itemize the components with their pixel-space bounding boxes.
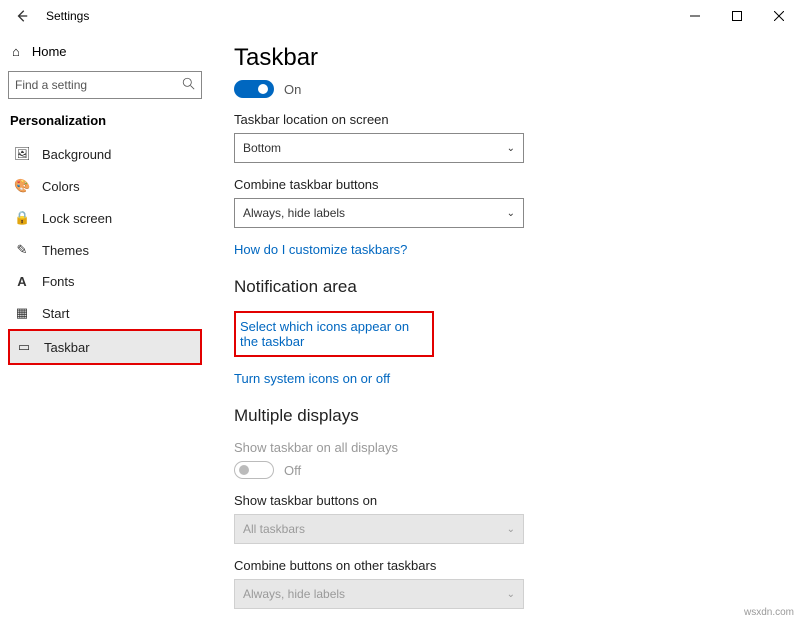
toggle-switch[interactable] [234,80,274,98]
window-title: Settings [46,9,89,23]
section-heading: Personalization [10,113,202,128]
palette-icon: 🎨 [14,178,30,194]
themes-icon: ✎ [14,242,30,258]
search-icon [182,77,195,93]
customize-link[interactable]: How do I customize taskbars? [234,242,772,257]
home-icon: ⌂ [12,44,20,59]
field-label-combine-other: Combine buttons on other taskbars [234,558,772,573]
close-icon [774,11,784,21]
chevron-down-icon: ⌄ [507,143,515,154]
sidebar-item-label: Taskbar [44,340,90,355]
home-label: Home [32,44,67,59]
titlebar: Settings [0,0,800,32]
maximize-icon [732,11,742,21]
back-button[interactable] [8,2,36,30]
maximize-button[interactable] [716,0,758,32]
picture-icon: 🖼 [14,146,30,162]
combine-buttons-select[interactable]: Always, hide labels ⌄ [234,198,524,228]
sidebar-item-lockscreen[interactable]: 🔒 Lock screen [8,202,202,234]
page-title: Taskbar [234,44,772,72]
chevron-down-icon: ⌄ [507,208,515,219]
chevron-down-icon: ⌄ [507,589,515,600]
taskbar-location-select[interactable]: Bottom ⌄ [234,133,524,163]
sidebar-item-label: Start [42,306,69,321]
fonts-icon: A [14,274,30,289]
show-buttons-select[interactable]: All taskbars ⌄ [234,514,524,544]
select-icons-link[interactable]: Select which icons appear on the taskbar [240,319,422,349]
heading-notification-area: Notification area [234,277,772,297]
sidebar-item-label: Background [42,147,111,162]
sidebar-item-start[interactable]: ▦ Start [8,297,202,329]
combine-other-select[interactable]: Always, hide labels ⌄ [234,579,524,609]
lock-icon: 🔒 [14,210,30,226]
arrow-left-icon [15,9,29,23]
select-value: Bottom [243,141,507,155]
sidebar-item-label: Lock screen [42,211,112,226]
start-icon: ▦ [14,305,30,321]
sidebar-item-taskbar[interactable]: ▭ Taskbar [8,329,202,365]
search-input[interactable]: Find a setting [8,71,202,99]
select-value: Always, hide labels [243,587,507,601]
show-all-displays-toggle[interactable] [234,461,274,479]
toggle-label: On [284,82,301,97]
heading-multiple-displays: Multiple displays [234,406,772,426]
sidebar: ⌂ Home Find a setting Personalization 🖼 … [0,32,210,620]
field-label-combine: Combine taskbar buttons [234,177,772,192]
toggle-label: Off [284,463,301,478]
minimize-button[interactable] [674,0,716,32]
sidebar-item-label: Fonts [42,274,75,289]
taskbar-icon: ▭ [16,339,32,355]
select-value: All taskbars [243,522,507,536]
home-button[interactable]: ⌂ Home [8,38,202,69]
close-button[interactable] [758,0,800,32]
sidebar-item-fonts[interactable]: A Fonts [8,266,202,297]
highlight-box: Select which icons appear on the taskbar [234,311,434,357]
field-label-location: Taskbar location on screen [234,112,772,127]
field-label-show-all: Show taskbar on all displays [234,440,772,455]
sidebar-item-label: Themes [42,243,89,258]
minimize-icon [690,11,700,21]
sidebar-item-background[interactable]: 🖼 Background [8,138,202,170]
field-label-show-buttons: Show taskbar buttons on [234,493,772,508]
main-panel: Taskbar On Taskbar location on screen Bo… [210,32,800,620]
search-placeholder: Find a setting [15,78,182,92]
sidebar-item-colors[interactable]: 🎨 Colors [8,170,202,202]
chevron-down-icon: ⌄ [507,524,515,535]
select-value: Always, hide labels [243,206,507,220]
sidebar-item-label: Colors [42,179,80,194]
sidebar-item-themes[interactable]: ✎ Themes [8,234,202,266]
system-icons-link[interactable]: Turn system icons on or off [234,371,772,386]
watermark: wsxdn.com [744,607,794,618]
